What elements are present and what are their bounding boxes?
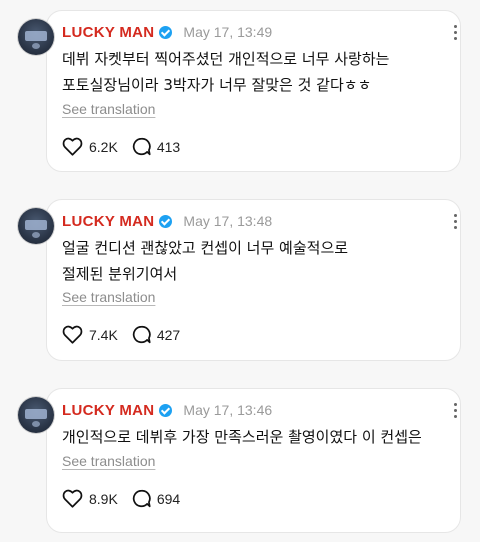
post-text-line: 절제된 분위기여서 bbox=[62, 265, 178, 283]
post-card[interactable]: LUCKY MAN May 17, 13:49 데뷔 자켓부터 찍어주셨던 개인… bbox=[0, 0, 480, 180]
like-button[interactable]: 7.4K bbox=[62, 325, 118, 344]
author-name[interactable]: LUCKY MAN bbox=[62, 24, 154, 41]
see-translation-link[interactable]: See translation bbox=[62, 289, 155, 305]
comment-count: 694 bbox=[156, 490, 181, 507]
comment-button[interactable]: 413 bbox=[132, 137, 180, 156]
verified-badge-icon bbox=[159, 403, 173, 417]
post-card[interactable]: LUCKY MAN May 17, 13:48 얼굴 컨디션 괜찮았고 컨셉이 … bbox=[0, 189, 480, 369]
heart-icon bbox=[62, 489, 83, 508]
post-text-line: 개인적으로 데뷔후 가장 만족스러운 촬영이였다 이 컨셉은 bbox=[62, 428, 422, 446]
author-name[interactable]: LUCKY MAN bbox=[62, 213, 154, 230]
timestamp: May 17, 13:49 bbox=[183, 24, 273, 40]
see-translation-link[interactable]: See translation bbox=[62, 453, 155, 469]
post-text-line: 얼굴 컨디션 괜찮았고 컨셉이 너무 예술적으로 bbox=[62, 239, 349, 257]
avatar[interactable] bbox=[18, 19, 54, 55]
comment-count: 427 bbox=[156, 326, 181, 343]
more-options-icon[interactable] bbox=[454, 25, 458, 41]
comment-count: 413 bbox=[156, 138, 181, 155]
post-text-line: 포토실장님이라 3박자가 너무 잘맞은 것 같다ㅎㅎ bbox=[62, 76, 372, 94]
like-count: 7.4K bbox=[89, 326, 118, 343]
comment-button[interactable]: 694 bbox=[132, 489, 180, 508]
heart-icon bbox=[62, 325, 83, 344]
comment-icon bbox=[132, 489, 151, 508]
like-count: 6.2K bbox=[89, 138, 118, 155]
comment-icon bbox=[132, 137, 151, 156]
like-button[interactable]: 8.9K bbox=[62, 489, 118, 508]
verified-badge-icon bbox=[159, 25, 173, 39]
post-card[interactable]: LUCKY MAN May 17, 13:46 개인적으로 데뷔후 가장 만족스… bbox=[0, 378, 480, 538]
see-translation-link[interactable]: See translation bbox=[62, 101, 155, 117]
post-text-line: 데뷔 자켓부터 찍어주셨던 개인적으로 너무 사랑하는 bbox=[62, 50, 390, 68]
timestamp: May 17, 13:46 bbox=[183, 402, 273, 418]
post-text: 얼굴 컨디션 괜찮았고 컨셉이 너무 예술적으로 절제된 분위기여서 bbox=[62, 235, 450, 287]
author-name[interactable]: LUCKY MAN bbox=[62, 402, 154, 419]
more-options-icon[interactable] bbox=[454, 403, 458, 419]
like-count: 8.9K bbox=[89, 490, 118, 507]
comment-button[interactable]: 427 bbox=[132, 325, 180, 344]
avatar[interactable] bbox=[18, 397, 54, 433]
post-text: 개인적으로 데뷔후 가장 만족스러운 촬영이였다 이 컨셉은 bbox=[62, 424, 450, 450]
avatar[interactable] bbox=[18, 208, 54, 244]
post-text: 데뷔 자켓부터 찍어주셨던 개인적으로 너무 사랑하는 포토실장님이라 3박자가… bbox=[62, 46, 450, 98]
verified-badge-icon bbox=[159, 214, 173, 228]
heart-icon bbox=[62, 137, 83, 156]
comment-icon bbox=[132, 325, 151, 344]
like-button[interactable]: 6.2K bbox=[62, 137, 118, 156]
timestamp: May 17, 13:48 bbox=[183, 213, 273, 229]
more-options-icon[interactable] bbox=[454, 214, 458, 230]
